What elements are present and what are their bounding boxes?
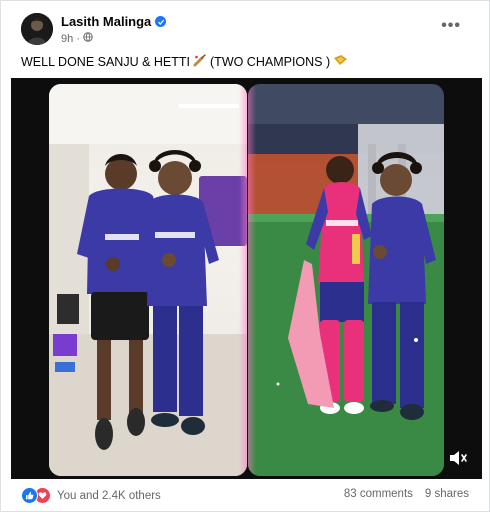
caption-text: WELL DONE SANJU & HETTI [21,54,191,69]
shares-count[interactable]: 9 shares [425,488,469,500]
author-name[interactable]: Lasith Malinga [61,14,167,29]
more-options-icon[interactable]: ••• [441,17,461,35]
speaker-icon[interactable] [448,449,468,467]
photo-left[interactable] [49,84,247,476]
reactions-count[interactable]: You and 2.4K others [57,490,161,502]
comments-count[interactable]: 83 comments [344,488,413,500]
caption-suffix: (TWO CHAMPIONS ) [210,54,331,69]
engagement-stats: 83 comments 9 shares [344,488,469,500]
meta-separator: · [76,32,80,45]
post-meta: 9h · [61,32,93,45]
photo-left-glow [239,84,247,476]
post-caption: WELL DONE SANJU & HETTI (TWO CHAMPIONS ) [21,53,348,70]
avatar[interactable] [21,13,53,45]
photo-right-glow [248,84,256,476]
post-header: Lasith Malinga 9h · ••• [21,11,473,47]
author-name-text[interactable]: Lasith Malinga [61,14,151,29]
verified-badge-icon [155,16,167,27]
like-icon [21,487,38,504]
post-time[interactable]: 9h [61,33,73,45]
cricket-bat-icon [193,53,207,70]
post-media[interactable] [11,78,482,479]
post-footer: You and 2.4K others 83 comments 9 shares [21,486,473,506]
globe-icon[interactable] [83,32,93,45]
photo-right[interactable] [248,84,444,476]
chocolate-bar-icon [333,54,348,69]
reactions-summary[interactable]: You and 2.4K others [21,487,161,504]
post-card: Lasith Malinga 9h · ••• WELL DONE SANJU … [0,0,490,512]
